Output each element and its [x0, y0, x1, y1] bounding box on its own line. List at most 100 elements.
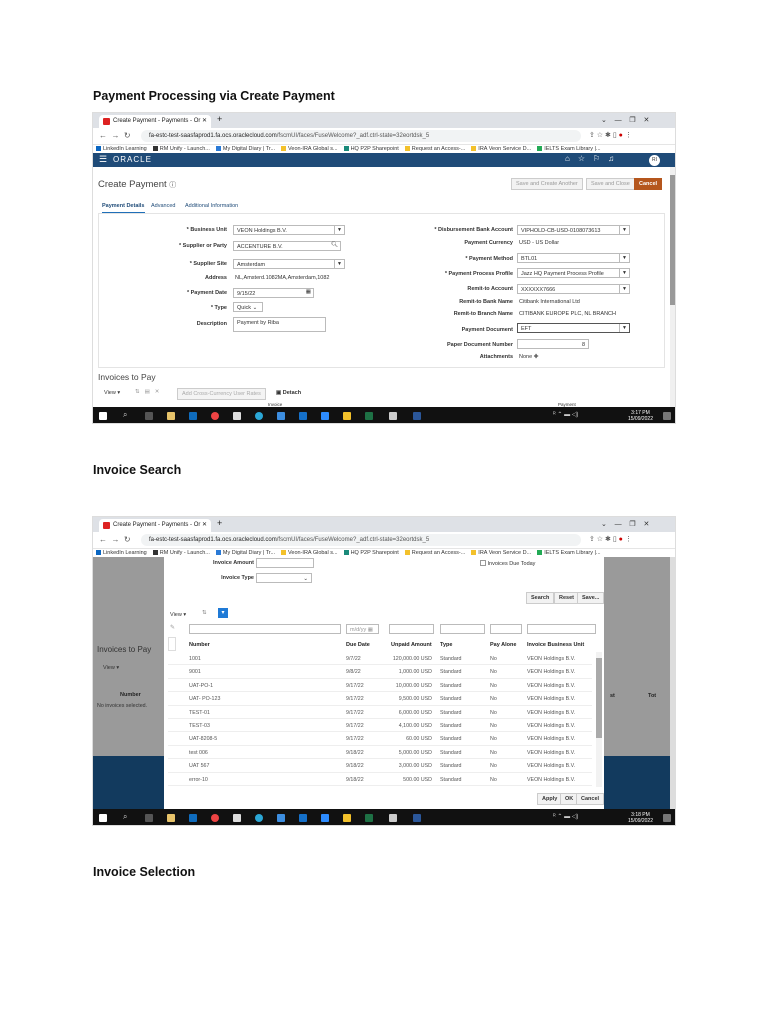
- supplier-site-select[interactable]: Amsterdam ▼: [233, 259, 345, 269]
- bookmark[interactable]: Veon-IRA Global s...: [281, 146, 338, 152]
- app-icon[interactable]: [389, 412, 397, 420]
- tab-advanced[interactable]: Advanced: [151, 203, 175, 209]
- remit-account-select[interactable]: XXXXXX7666 ▼: [517, 284, 630, 294]
- bookmark[interactable]: My Digital Diary | Tr...: [215, 550, 275, 556]
- apply-button[interactable]: Apply: [537, 793, 563, 805]
- nav-buttons[interactable]: ← → ↻: [99, 535, 131, 544]
- payment-date-input[interactable]: 9/15/22 ▦: [233, 288, 314, 298]
- tray-icons[interactable]: ᴿ ⌃ ▬ ◁): [553, 813, 578, 820]
- ie-icon[interactable]: [277, 814, 285, 822]
- invoice-type-select[interactable]: ⌄: [256, 573, 312, 583]
- bank-account-select[interactable]: VIPHOLD-CB-USD-0108073613 ▼: [517, 225, 630, 235]
- new-tab-icon[interactable]: +: [217, 114, 222, 124]
- bookmark[interactable]: LinkedIn Learning: [96, 550, 147, 556]
- table-row[interactable]: UAT-8208-5 9/17/22 60.00 USD Standard No VEON…: [168, 732, 592, 746]
- help-icon[interactable]: ⓘ: [169, 182, 176, 189]
- freeze-icon[interactable]: ⇅: [202, 610, 207, 616]
- bookmark[interactable]: HQ P2P Sharepoint: [343, 146, 399, 152]
- bookmark[interactable]: IELTS Exam Library |...: [537, 550, 601, 556]
- table-row[interactable]: 9001 9/8/22 1,000.00 USD Standard No VEON Hol…: [168, 665, 592, 679]
- excel-icon[interactable]: [365, 814, 373, 822]
- add-attachment-icon[interactable]: ✚: [534, 354, 539, 360]
- save-and-create-another-button[interactable]: Save and Create Another: [511, 178, 583, 190]
- select-all-cell[interactable]: [168, 637, 176, 651]
- save-and-close-button[interactable]: Save and Close: [586, 178, 635, 190]
- bookmark[interactable]: My Digital Diary | Tr...: [215, 146, 275, 152]
- paper-doc-number-input[interactable]: 8: [517, 339, 589, 349]
- store-icon[interactable]: [167, 412, 175, 420]
- filter-number[interactable]: [189, 624, 341, 634]
- zoom-icon[interactable]: [321, 412, 329, 420]
- window-controls[interactable]: ⌄ — ❐ ✕: [601, 520, 649, 528]
- edge-icon[interactable]: [255, 412, 263, 420]
- clock[interactable]: 3:18 PM 15/09/2022: [628, 812, 653, 824]
- menu-icon[interactable]: ☰: [99, 154, 107, 165]
- supplier-input[interactable]: ACCENTURE B.V. 🔍︎: [233, 241, 341, 251]
- url-field[interactable]: fa-estc-test-saasfaprod1.fa.ocs.oraclecl…: [141, 534, 581, 546]
- browser-tab[interactable]: Create Payment - Payments - Or ✕: [99, 519, 211, 532]
- cancel-button[interactable]: Cancel: [634, 178, 663, 190]
- header-icons[interactable]: ⌂☆⚐♫: [565, 154, 622, 163]
- tab-additional-information[interactable]: Additional Information: [185, 203, 238, 209]
- invoice-amount-input[interactable]: [256, 558, 314, 568]
- view-menu[interactable]: View ▾: [170, 612, 186, 618]
- word-icon[interactable]: [413, 412, 421, 420]
- outlook-app-icon[interactable]: [299, 814, 307, 822]
- reset-button[interactable]: Reset: [554, 592, 579, 604]
- business-unit-select[interactable]: VEON Holdings B.V. ▼: [233, 225, 345, 235]
- scrollbar[interactable]: [670, 167, 675, 407]
- search-button[interactable]: Search: [526, 592, 555, 604]
- outlook-icon[interactable]: [189, 814, 197, 822]
- bookmark[interactable]: Request an Access-...: [404, 550, 465, 556]
- search-icon[interactable]: ⌕: [123, 812, 127, 822]
- cancel-button[interactable]: Cancel: [576, 793, 605, 805]
- file-explorer-icon[interactable]: [343, 412, 351, 420]
- filter-pay-alone[interactable]: [490, 624, 522, 634]
- browser-tab[interactable]: Create Payment - Payments - Or ✕: [99, 115, 211, 128]
- table-row[interactable]: UAT 567 9/18/22 3,000.00 USD Standard No VEON…: [168, 759, 592, 773]
- bookmark[interactable]: IELTS Exam Library |...: [537, 146, 601, 152]
- toolbar-icons[interactable]: ⇅▤✕: [135, 389, 164, 395]
- bookmark[interactable]: RM Unify - Launch...: [152, 550, 210, 556]
- view-menu[interactable]: View ▾: [104, 390, 120, 396]
- invoices-due-today-checkbox[interactable]: Invoices Due Today: [480, 560, 535, 567]
- filter-unpaid-amount[interactable]: [389, 624, 434, 634]
- file-explorer-icon[interactable]: [343, 814, 351, 822]
- new-tab-icon[interactable]: +: [217, 518, 222, 528]
- bookmark[interactable]: LinkedIn Learning: [96, 146, 147, 152]
- mail-icon[interactable]: [233, 814, 241, 822]
- store-icon[interactable]: [167, 814, 175, 822]
- table-row[interactable]: UAT-PO-1 9/17/22 10,000.00 USD Standard No VE…: [168, 679, 592, 693]
- mail-icon[interactable]: [233, 412, 241, 420]
- task-view-icon[interactable]: [145, 412, 153, 420]
- column-business-unit[interactable]: Invoice Business Unit: [527, 642, 584, 648]
- tray-icons[interactable]: ᴿ ⌃ ▬ ◁): [553, 411, 578, 418]
- task-view-icon[interactable]: [145, 814, 153, 822]
- filter-due-date[interactable]: m/d/yy ▦: [346, 624, 379, 634]
- excel-icon[interactable]: [365, 412, 373, 420]
- close-tab-icon[interactable]: ✕: [202, 521, 207, 528]
- windows-start-icon[interactable]: [99, 814, 107, 822]
- app-icon[interactable]: [389, 814, 397, 822]
- description-textarea[interactable]: Payment by Riba: [233, 317, 326, 332]
- table-row[interactable]: UAT- PO-123 9/17/22 9,500.00 USD Standard No…: [168, 692, 592, 706]
- window-controls[interactable]: ⌄ — ❐ ✕: [601, 116, 649, 124]
- table-row[interactable]: error-10 9/18/22 500.00 USD Standard No VEON …: [168, 773, 592, 786]
- page-scrollbar[interactable]: [670, 557, 675, 809]
- add-cross-currency-button[interactable]: Add Cross-Currency User Rates: [177, 388, 266, 400]
- close-tab-icon[interactable]: ✕: [202, 117, 207, 124]
- url-field[interactable]: fa-estc-test-saasfaprod1.fa.ocs.oraclecl…: [141, 130, 581, 142]
- process-profile-select[interactable]: Jazz HQ Payment Process Profile ▼: [517, 268, 630, 278]
- column-unpaid-amount[interactable]: Unpaid Amount: [391, 642, 432, 648]
- chrome-icon[interactable]: [211, 412, 219, 420]
- search-icon[interactable]: ⌕: [123, 410, 127, 420]
- bookmark[interactable]: Request an Access-...: [404, 146, 465, 152]
- filter-business-unit[interactable]: [527, 624, 596, 634]
- payment-method-select[interactable]: BTL01 ▼: [517, 253, 630, 263]
- filter-type[interactable]: [440, 624, 485, 634]
- table-row[interactable]: test 006 9/18/22 5,000.00 USD Standard No VEO…: [168, 746, 592, 760]
- clock[interactable]: 3:17 PM 15/09/2022: [628, 410, 653, 422]
- column-pay-alone[interactable]: Pay Alone: [490, 642, 516, 648]
- bookmark[interactable]: IRA Veon Service D...: [471, 146, 531, 152]
- payment-document-select[interactable]: EFT ▼: [517, 323, 630, 333]
